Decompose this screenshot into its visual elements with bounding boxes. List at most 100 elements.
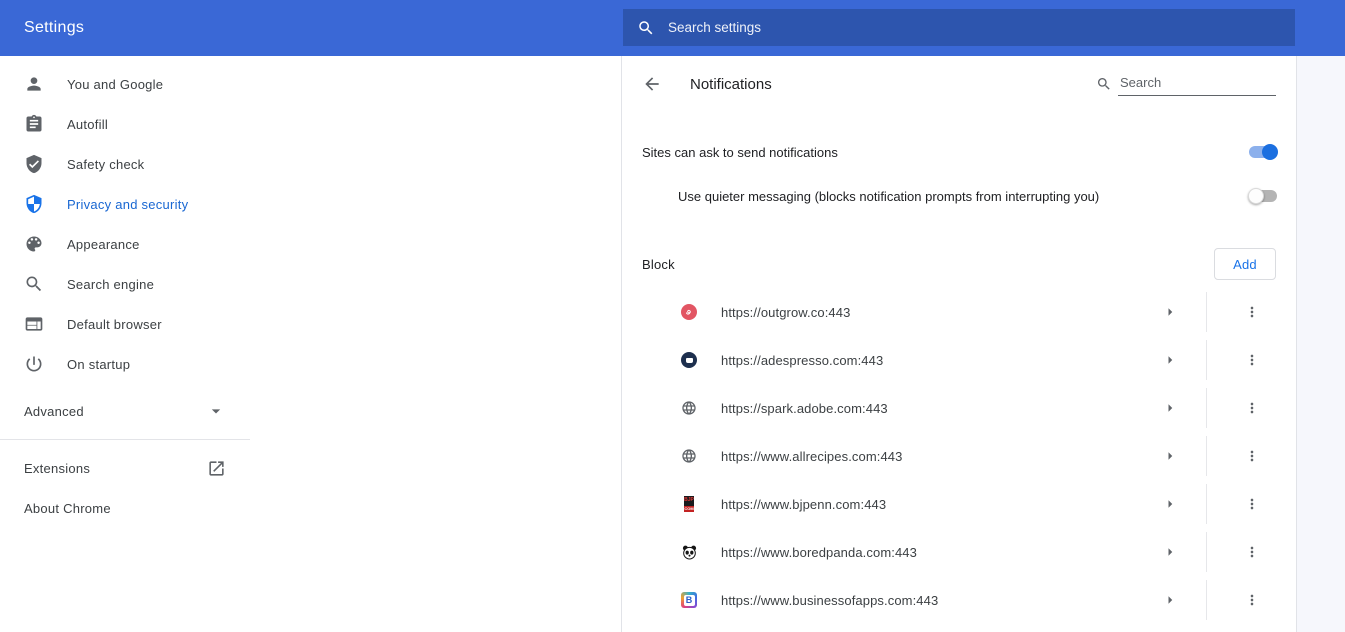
more-actions-button[interactable] [1238,490,1266,518]
sidebar-item-autofill[interactable]: Autofill [0,104,250,144]
page-search-input[interactable] [1118,73,1276,96]
content-header: Notifications [622,56,1296,112]
search-icon [24,274,44,294]
sidebar-item-label: Safety check [67,157,144,172]
chevron-right-icon[interactable] [1161,447,1179,465]
autofill-icon [24,114,44,134]
chevron-down-icon [206,401,226,421]
block-label: Block [642,257,675,272]
settings-search-box[interactable]: Search settings [623,9,1295,46]
globe-favicon [681,448,697,464]
blocked-site-row[interactable]: https://outgrow.co:443 [622,288,1296,336]
extensions-label: Extensions [24,461,90,476]
boredpanda-favicon [681,544,697,560]
site-url: https://spark.adobe.com:443 [721,401,888,416]
globe-favicon [681,400,697,416]
shield-check-icon [24,154,44,174]
site-url: https://www.bjpenn.com:443 [721,497,886,512]
site-url: https://www.allrecipes.com:443 [721,449,902,464]
sites-can-ask-toggle[interactable] [1248,144,1278,160]
more-vert-icon [1244,592,1260,608]
sidebar-item-label: Default browser [67,317,162,332]
add-button[interactable]: Add [1214,248,1276,280]
sidebar-divider [0,439,250,440]
toggle-label: Use quieter messaging (blocks notificati… [678,189,1099,204]
more-vert-icon [1244,400,1260,416]
site-url: https://outgrow.co:443 [721,305,850,320]
arrow-back-icon [642,74,662,94]
palette-icon [24,234,44,254]
blocked-site-row[interactable]: https://adespresso.com:443 [622,336,1296,384]
blocked-site-row[interactable]: https://www.allrecipes.com:443 [622,432,1296,480]
more-vert-icon [1244,448,1260,464]
site-url: https://www.boredpanda.com:443 [721,545,917,560]
advanced-label: Advanced [24,404,84,419]
chevron-right-icon[interactable] [1161,591,1179,609]
adespresso-favicon [681,352,697,368]
sidebar-item-safety-check[interactable]: Safety check [0,144,250,184]
sidebar-item-label: Autofill [67,117,108,132]
blocked-sites-list: https://outgrow.co:443 https://adespress… [622,288,1296,624]
chevron-right-icon[interactable] [1161,543,1179,561]
chevron-right-icon[interactable] [1161,495,1179,513]
more-actions-button[interactable] [1238,394,1266,422]
app-title: Settings [24,0,84,56]
open-in-new-icon [207,459,226,478]
sidebar-item-default-browser[interactable]: Default browser [0,304,250,344]
search-icon [637,19,655,37]
sidebar-item-you-and-google[interactable]: You and Google [0,64,250,104]
person-icon [24,74,44,94]
quieter-messaging-toggle-row: Use quieter messaging (blocks notificati… [622,174,1296,218]
security-shield-icon [24,194,44,214]
page-search [1096,73,1276,96]
notifications-ask-toggle-row: Sites can ask to send notifications [622,130,1296,174]
notifications-settings-panel: Notifications Sites can ask to send noti… [621,56,1297,632]
page-title: Notifications [690,76,772,93]
settings-sidebar: You and Google Autofill Safety check Pri… [0,56,250,632]
bjpenn-favicon: BJP COM [681,496,697,512]
block-section-header: Block Add [622,240,1296,288]
sidebar-item-about-chrome[interactable]: About Chrome [0,488,250,528]
blocked-site-row[interactable]: BJP COM https://www.bjpenn.com:443 [622,480,1296,528]
sidebar-item-extensions[interactable]: Extensions [0,448,250,488]
sidebar-item-label: Appearance [67,237,140,252]
sidebar-item-label: Privacy and security [67,197,188,212]
power-icon [24,354,44,374]
blocked-site-row[interactable]: https://spark.adobe.com:443 [622,384,1296,432]
outgrow-favicon [681,304,697,320]
businessofapps-favicon: B [681,592,697,608]
more-vert-icon [1244,304,1260,320]
blocked-site-row[interactable]: B https://www.businessofapps.com:443 [622,576,1296,624]
more-vert-icon [1244,544,1260,560]
browser-window-icon [24,314,44,334]
blocked-site-row[interactable]: https://www.boredpanda.com:443 [622,528,1296,576]
site-url: https://adespresso.com:443 [721,353,883,368]
sidebar-item-privacy-and-security[interactable]: Privacy and security [0,184,250,224]
more-actions-button[interactable] [1238,298,1266,326]
more-actions-button[interactable] [1238,346,1266,374]
settings-search-placeholder: Search settings [668,20,761,35]
page-right-gutter [1297,56,1345,632]
more-actions-button[interactable] [1238,538,1266,566]
more-actions-button[interactable] [1238,442,1266,470]
app-header: Settings Search settings [0,0,1345,56]
quieter-messaging-toggle[interactable] [1248,188,1278,204]
sidebar-item-appearance[interactable]: Appearance [0,224,250,264]
site-url: https://www.businessofapps.com:443 [721,593,938,608]
sidebar-item-on-startup[interactable]: On startup [0,344,250,384]
sidebar-advanced-expander[interactable]: Advanced [0,391,250,431]
search-icon [1096,76,1112,92]
about-chrome-label: About Chrome [24,501,111,516]
toggle-label: Sites can ask to send notifications [642,145,838,160]
back-button[interactable] [636,68,668,100]
more-actions-button[interactable] [1238,586,1266,614]
sidebar-item-label: On startup [67,357,130,372]
chevron-right-icon[interactable] [1161,351,1179,369]
more-vert-icon [1244,496,1260,512]
chevron-right-icon[interactable] [1161,399,1179,417]
sidebar-item-label: You and Google [67,77,163,92]
sidebar-item-search-engine[interactable]: Search engine [0,264,250,304]
chevron-right-icon[interactable] [1161,303,1179,321]
more-vert-icon [1244,352,1260,368]
sidebar-item-label: Search engine [67,277,154,292]
